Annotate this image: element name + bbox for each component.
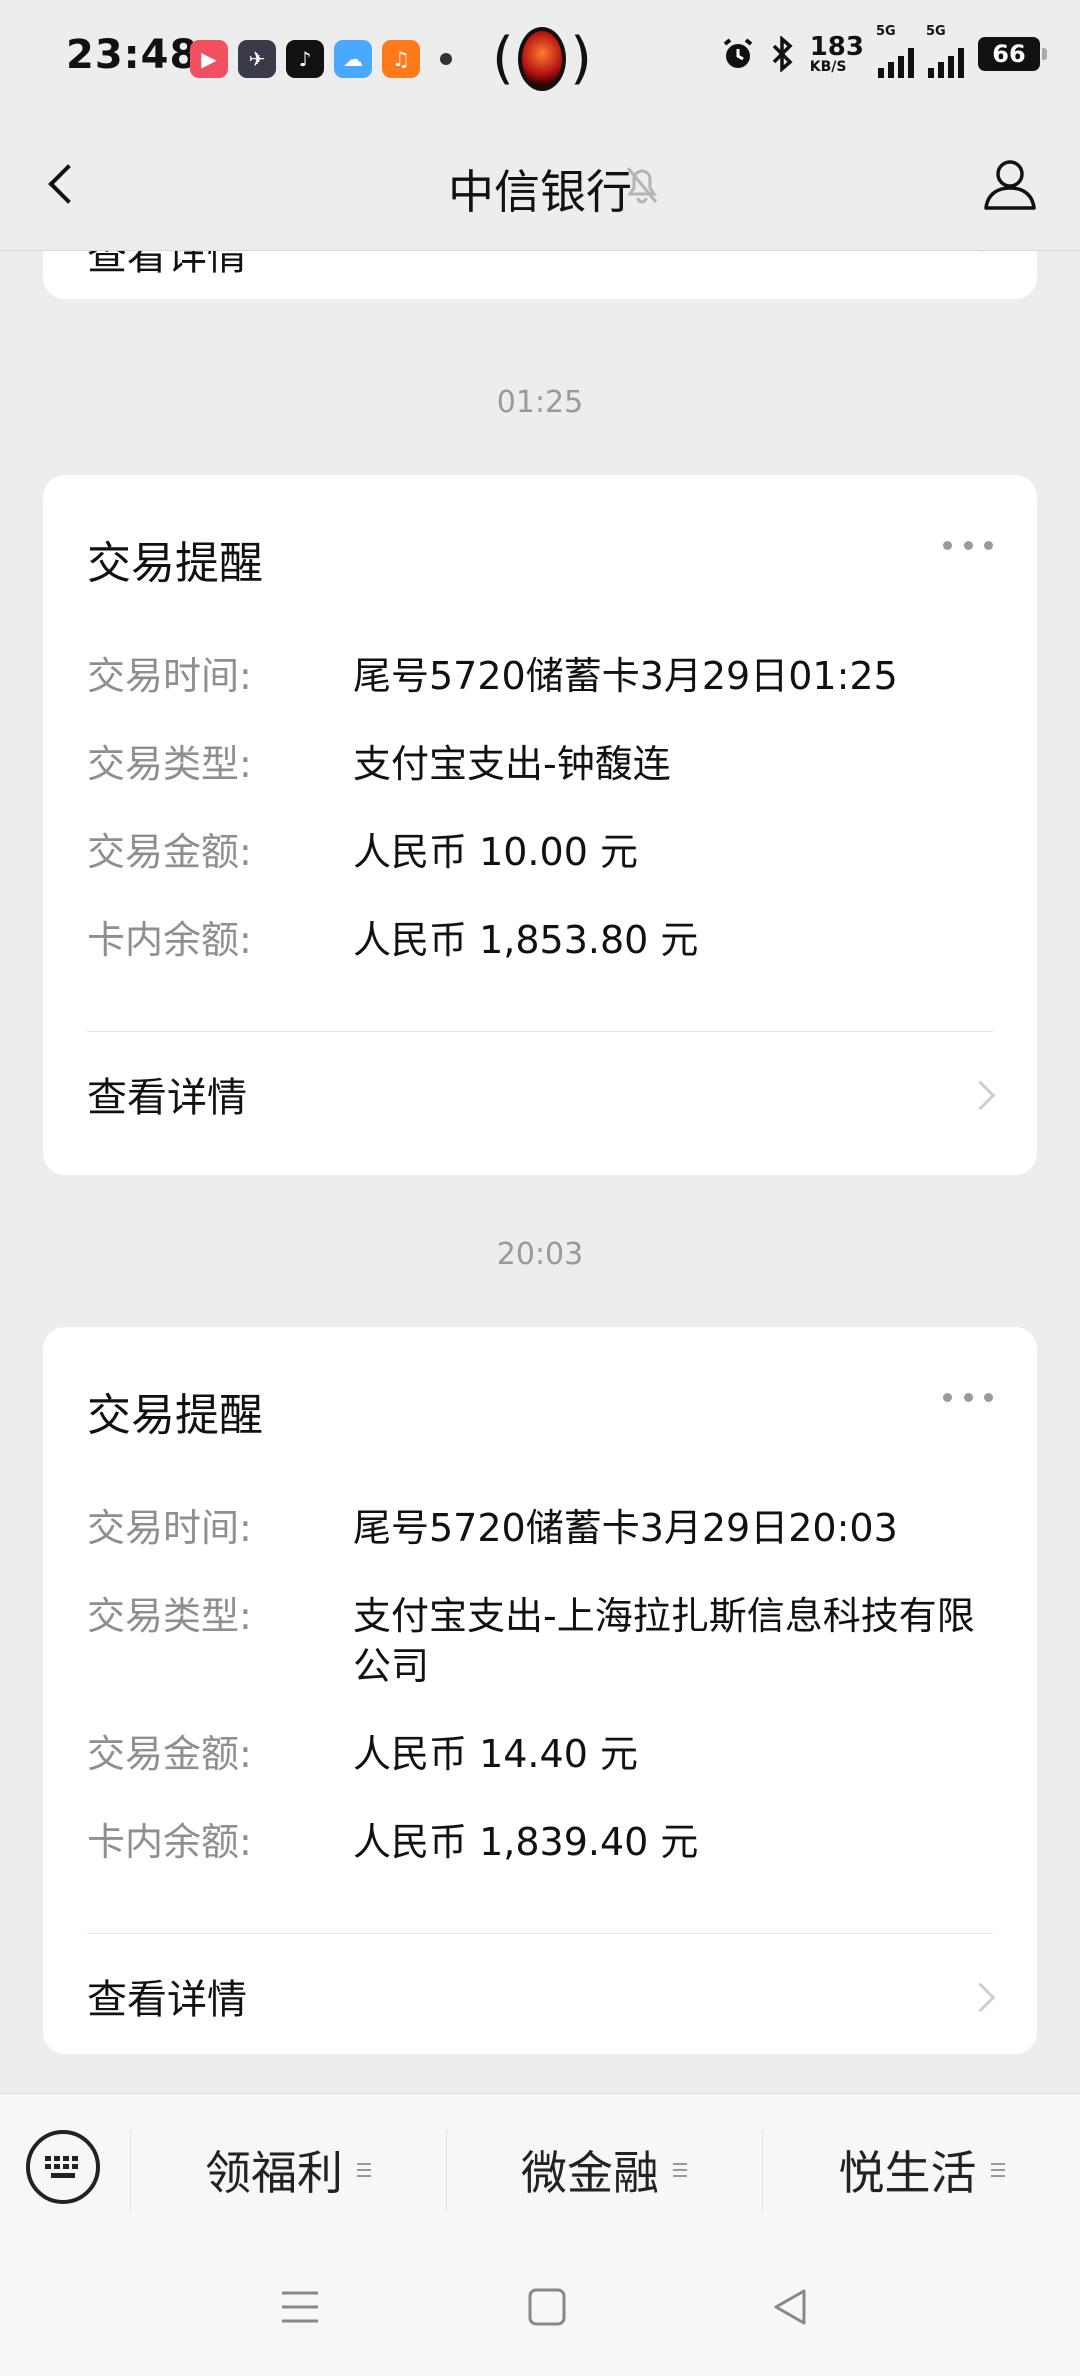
info-row: 交易类型: 支付宝支出-上海拉扎斯信息科技有限公司 bbox=[87, 1594, 975, 1688]
profile-button[interactable] bbox=[980, 154, 1040, 214]
status-time: 23:48 bbox=[66, 32, 199, 78]
menu-item-finance[interactable]: 微金融 bbox=[447, 2094, 761, 2246]
menu-item-benefits[interactable]: 领福利 bbox=[131, 2094, 445, 2246]
weather-app-icon: ☁ bbox=[334, 40, 372, 78]
tiktok-app-icon: ♪ bbox=[286, 40, 324, 78]
info-row: 卡内余额: 人民币 1,839.40 元 bbox=[87, 1820, 699, 1864]
notification-app-icons: ▶ ✈ ♪ ☁ ♫ bbox=[190, 40, 452, 78]
triangle-back-icon bbox=[774, 2289, 806, 2325]
video-app-icon: ▶ bbox=[190, 40, 228, 78]
chevron-right-icon bbox=[965, 1982, 996, 2013]
square-icon bbox=[528, 2288, 566, 2326]
status-bar: 23:48 ▶ ✈ ♪ ☁ ♫ ( ) 183 KB/S 5G 5G 66 bbox=[0, 0, 1080, 118]
view-details-link[interactable]: 查看详情 bbox=[87, 251, 247, 281]
running-app-icon: ✈ bbox=[238, 40, 276, 78]
info-row: 卡内余额: 人民币 1,853.80 元 bbox=[87, 918, 699, 962]
info-row: 交易时间: 尾号5720储蓄卡3月29日20:03 bbox=[87, 1506, 898, 1550]
info-row: 交易类型: 支付宝支出-钟馥连 bbox=[87, 742, 671, 786]
network-speed: 183 KB/S bbox=[809, 32, 864, 75]
more-options-icon[interactable] bbox=[943, 533, 993, 557]
submenu-icon bbox=[673, 2163, 687, 2177]
message-timestamp: 01:25 bbox=[496, 385, 584, 420]
view-details-link[interactable]: 查看详情 bbox=[87, 1065, 247, 1123]
service-menu-bar: 领福利 微金融 悦生活 bbox=[0, 2093, 1080, 2246]
chevron-right-icon bbox=[965, 1080, 996, 1111]
bluetooth-icon bbox=[772, 36, 793, 72]
message-card: 交易提醒 交易时间: 尾号5720储蓄卡3月29日20:03 交易类型: 支付宝… bbox=[43, 1327, 1037, 2054]
bracket-right-icon: ) bbox=[570, 26, 592, 91]
chat-header: 中信银行 bbox=[0, 118, 1080, 251]
recent-apps-button[interactable] bbox=[270, 2277, 330, 2337]
info-row: 交易金额: 人民币 14.40 元 bbox=[87, 1732, 638, 1776]
menu-lines-icon bbox=[282, 2291, 318, 2323]
avatar bbox=[517, 27, 567, 91]
orange-app-icon: ♫ bbox=[382, 40, 420, 78]
system-navigation-bar bbox=[0, 2245, 1080, 2376]
divider bbox=[87, 1933, 993, 1934]
card-title: 交易提醒 bbox=[87, 1390, 263, 1441]
message-card: 交易提醒 交易时间: 尾号5720储蓄卡3月29日01:25 交易类型: 支付宝… bbox=[43, 475, 1037, 1175]
submenu-icon bbox=[357, 2163, 371, 2177]
bracket-left-icon: ( bbox=[492, 26, 514, 91]
info-row: 交易时间: 尾号5720储蓄卡3月29日01:25 bbox=[87, 654, 898, 698]
message-list[interactable]: 查看详情 01:25 交易提醒 交易时间: 尾号5720储蓄卡3月29日01:2… bbox=[0, 251, 1080, 2093]
alarm-icon bbox=[723, 38, 752, 68]
view-details-link[interactable]: 查看详情 bbox=[87, 1967, 247, 2025]
home-button[interactable] bbox=[517, 2277, 577, 2337]
status-indicators: 183 KB/S 5G 5G 66 bbox=[720, 24, 1047, 78]
signal-1-icon: 5G bbox=[876, 24, 914, 78]
back-nav-button[interactable] bbox=[760, 2277, 820, 2337]
info-row: 交易金额: 人民币 10.00 元 bbox=[87, 830, 638, 874]
message-card-partial: 查看详情 bbox=[43, 251, 1037, 299]
chevron-right-icon bbox=[970, 251, 997, 252]
page-title: 中信银行 bbox=[448, 165, 632, 219]
signal-2-icon: 5G bbox=[926, 24, 964, 78]
more-notifications-dot bbox=[440, 53, 452, 65]
menu-item-life[interactable]: 悦生活 bbox=[763, 2094, 1080, 2246]
divider bbox=[87, 1031, 993, 1032]
keyboard-toggle-button[interactable] bbox=[26, 2130, 100, 2204]
battery-icon: 66 bbox=[978, 37, 1047, 71]
more-options-icon[interactable] bbox=[943, 1385, 993, 1409]
message-timestamp: 20:03 bbox=[496, 1237, 584, 1272]
card-title: 交易提醒 bbox=[87, 538, 263, 589]
submenu-icon bbox=[990, 2163, 1005, 2177]
mute-bell-icon bbox=[626, 167, 658, 204]
floating-avatar[interactable]: ( ) bbox=[492, 26, 592, 92]
keyboard-icon bbox=[45, 2156, 78, 2178]
